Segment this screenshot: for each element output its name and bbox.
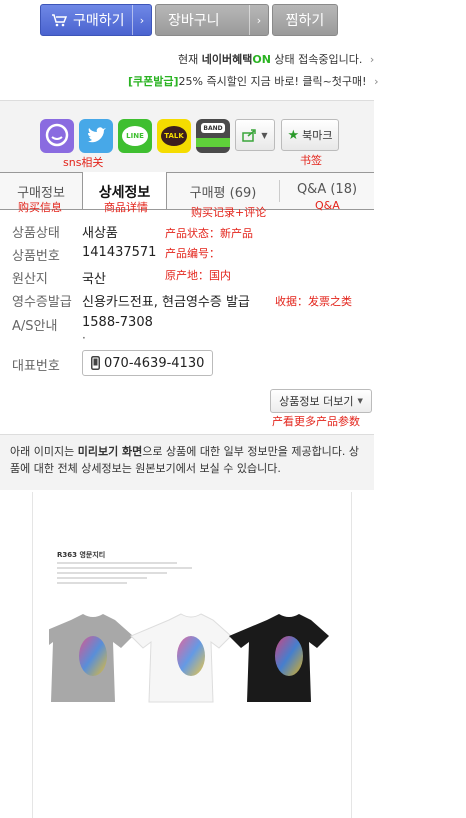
- coupon-text: 25% 즉시할인 지금 바로! 클릭~첫구매!: [178, 75, 367, 88]
- promo-on-badge: ON: [252, 53, 271, 66]
- annotation-tab: Q&A: [315, 199, 340, 212]
- preview-text-line: [57, 567, 192, 569]
- cart-button-label: 장바구니: [168, 13, 220, 29]
- share-arrow-icon: [242, 128, 258, 142]
- notice-bold: 미리보기 화면: [77, 445, 143, 458]
- tab-reviews[interactable]: 구매평 (69): [167, 172, 279, 208]
- info-value: 국산: [82, 272, 106, 287]
- phone-button[interactable]: 070-4639-4130: [82, 350, 213, 376]
- cart-button[interactable]: 장바구니 ›: [155, 4, 269, 36]
- share-dropdown-button[interactable]: ▼: [235, 119, 275, 151]
- annotation-row: 原产地：国内: [165, 269, 231, 282]
- product-preview-image: R363 영문지티: [32, 492, 352, 818]
- caret-down-icon: ▼: [261, 130, 268, 140]
- annotation-row: 产品编号：: [165, 247, 220, 260]
- chevron-right-icon: ›: [369, 53, 375, 66]
- band-icon[interactable]: BAND: [196, 119, 230, 153]
- chevron-right-icon: ›: [249, 5, 268, 35]
- info-label: 상품상태: [12, 226, 60, 241]
- phone-number: 070-4639-4130: [104, 355, 205, 371]
- info-label: 원산지: [12, 272, 48, 287]
- preview-text-line: [57, 577, 147, 579]
- wish-button[interactable]: 찜하기: [272, 4, 338, 36]
- line-icon[interactable]: LINE: [118, 119, 152, 153]
- notice-text: 아래 이미지는: [10, 445, 78, 458]
- annotation-more: 产看更多产品参数: [272, 415, 360, 428]
- tshirt-lineup: [49, 613, 329, 703]
- band-icon-label: BAND: [203, 124, 223, 132]
- info-value: 141437571: [82, 245, 157, 260]
- kakaotalk-icon[interactable]: TALK: [157, 119, 191, 153]
- preview-text-line: [57, 572, 167, 574]
- caret-down-icon: ▼: [357, 397, 363, 405]
- more-info-label: 상품정보 더보기: [279, 395, 354, 408]
- buy-button-label: 구매하기: [73, 13, 125, 29]
- twitter-bird-icon[interactable]: [79, 119, 113, 153]
- tab-label: Q&A (18): [296, 182, 358, 197]
- annotation-row: 收据：发票之类: [275, 295, 352, 308]
- naver-benefit-line[interactable]: 현재 네이버혜택ON 상태 접속중입니다. ›: [178, 51, 374, 67]
- annotation-tab: 购买记录+评论: [191, 206, 267, 219]
- dot-marker: ·: [82, 331, 86, 345]
- bookmark-label: 북마크: [302, 129, 333, 142]
- coupon-line[interactable]: [쿠폰발급]25% 즉시할인 지금 바로! 클릭~첫구매! ›: [128, 73, 378, 89]
- promo-brand: 네이버혜택: [201, 53, 253, 66]
- annotation-sns: sns相关: [63, 156, 104, 169]
- wish-button-label: 찜하기: [285, 13, 325, 29]
- line-icon-label: LINE: [126, 132, 144, 140]
- info-value: 신용카드전표, 현금영수증 발급: [82, 295, 250, 310]
- more-info-button[interactable]: 상품정보 더보기 ▼: [270, 389, 372, 413]
- cart-icon: [51, 12, 67, 28]
- preview-title: R363 영문지티: [57, 551, 106, 559]
- tshirt-gray: [49, 614, 133, 702]
- tshirt-white: [130, 613, 232, 703]
- promo-text: 상태 접속중입니다.: [270, 53, 363, 66]
- star-icon: ★: [287, 127, 300, 143]
- chevron-right-icon: ›: [374, 75, 379, 88]
- annotation-bookmark: 书签: [300, 154, 322, 167]
- tab-label: 구매평 (69): [189, 186, 257, 201]
- preview-text-line: [57, 562, 177, 564]
- info-label: 대표번호: [12, 359, 60, 374]
- info-value: 새상품: [82, 226, 118, 241]
- coupon-tag: [쿠폰발급]: [128, 75, 179, 88]
- info-value: 1588-7308: [82, 315, 153, 330]
- buy-button[interactable]: 구매하기 ›: [40, 4, 152, 36]
- chat-bubble-icon[interactable]: [40, 119, 74, 153]
- chevron-right-icon: ›: [132, 5, 151, 35]
- mobile-phone-icon: [91, 356, 100, 370]
- preview-notice: 아래 이미지는 미리보기 화면으로 상품에 대한 일부 정보만을 제공합니다. …: [0, 434, 374, 490]
- annotation-tab: 商品详情: [104, 201, 148, 214]
- promo-text: 현재: [178, 53, 202, 66]
- bookmark-button[interactable]: ★ 북마크: [281, 119, 339, 151]
- kakaotalk-icon-label: TALK: [164, 132, 184, 140]
- info-label: A/S안내: [12, 319, 58, 334]
- tshirt-black: [229, 614, 329, 702]
- annotation-tab: 购买信息: [18, 201, 62, 214]
- info-label: 영수증발급: [12, 295, 72, 310]
- annotation-row: 产品状态：新产品: [165, 227, 253, 240]
- info-label: 상품번호: [12, 249, 60, 264]
- preview-text-line: [57, 582, 127, 584]
